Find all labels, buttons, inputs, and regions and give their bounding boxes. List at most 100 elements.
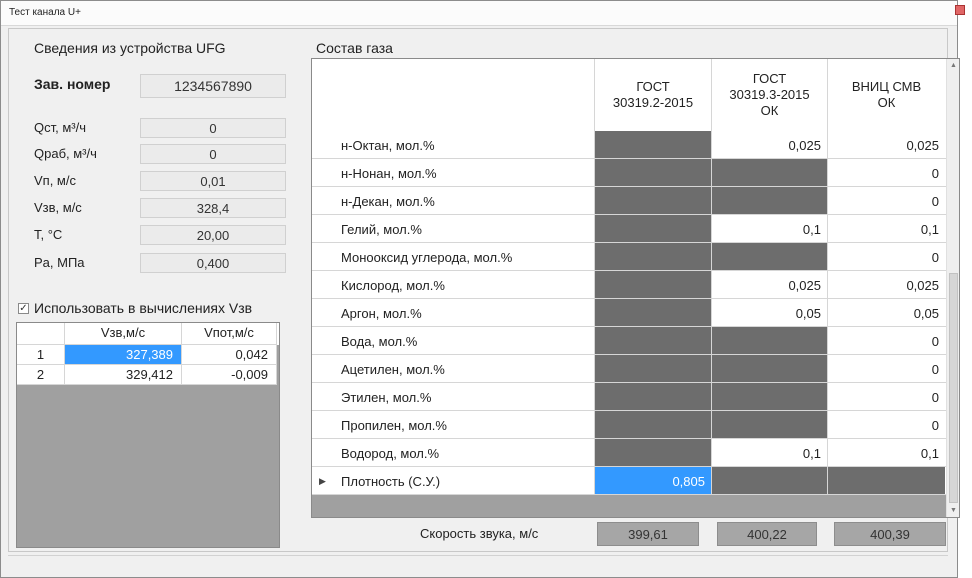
velocity-row-index[interactable]: 1 xyxy=(17,345,65,365)
scroll-up-icon[interactable]: ▲ xyxy=(949,61,958,70)
param-label: Vп, м/с xyxy=(34,173,76,188)
use-vzv-checkbox[interactable]: ✓ xyxy=(18,303,29,314)
velocity-header-vpot: Vпот,м/с xyxy=(182,323,277,345)
param-value: 328,4 xyxy=(140,198,286,218)
gas-row[interactable]: Монооксид углерода, мол.% 0 xyxy=(312,243,958,271)
serial-value: 1234567890 xyxy=(140,74,286,98)
velocity-row-vzv[interactable]: 327,389 xyxy=(65,345,182,365)
gas-cell-c1[interactable] xyxy=(594,271,711,298)
gas-column-gost-30319-2: ГОСТ 30319.2-2015 xyxy=(594,59,711,131)
close-button[interactable] xyxy=(955,5,965,15)
gas-cell-c1[interactable] xyxy=(594,159,711,186)
gas-row[interactable]: Аргон, мол.% 0,05 0,05 xyxy=(312,299,958,327)
gas-cell-c3[interactable]: 0 xyxy=(827,187,945,214)
gas-cell-c2[interactable]: 0,1 xyxy=(711,215,827,242)
gas-cell-c1[interactable]: 0,805 xyxy=(594,467,711,494)
serial-label: Зав. номер xyxy=(34,76,111,92)
gas-cell-c1[interactable] xyxy=(594,439,711,466)
gas-cell-c3[interactable]: 0 xyxy=(827,383,945,410)
gas-row-name: Кислород, мол.% xyxy=(341,278,445,293)
gas-cell-c1[interactable] xyxy=(594,383,711,410)
velocity-header-corner xyxy=(17,323,65,345)
current-row-icon: ▶ xyxy=(319,476,326,486)
gas-row-name: н-Декан, мол.% xyxy=(341,194,435,209)
velocity-row-vzv[interactable]: 329,412 xyxy=(65,365,182,385)
gas-col2-line2: 30319.3-2015 xyxy=(729,87,810,102)
sound-speed-vnic-smv: 400,39 xyxy=(834,522,946,546)
gas-cell-c2[interactable] xyxy=(711,411,827,438)
gas-cell-c1[interactable] xyxy=(594,131,711,158)
gas-row-name: Аргон, мол.% xyxy=(341,306,422,321)
gas-row[interactable]: Кислород, мол.% 0,025 0,025 xyxy=(312,271,958,299)
gas-row[interactable]: Пропилен, мол.% 0 xyxy=(312,411,958,439)
gas-cell-c3[interactable]: 0 xyxy=(827,159,945,186)
gas-cell-c3[interactable]: 0,05 xyxy=(827,299,945,326)
gas-cell-c1[interactable] xyxy=(594,411,711,438)
param-label: T, °C xyxy=(34,227,63,242)
gas-row[interactable]: Ацетилен, мол.% 0 xyxy=(312,355,958,383)
gas-row-name: Водород, мол.% xyxy=(341,446,440,461)
velocity-header-vzv: Vзв,м/с xyxy=(65,323,182,345)
gas-col1-line1: ГОСТ xyxy=(636,79,670,94)
gas-cell-c3[interactable]: 0 xyxy=(827,327,945,354)
gas-cell-c2[interactable]: 0,1 xyxy=(711,439,827,466)
gas-col2-line3: ОК xyxy=(760,103,779,118)
gas-cell-c2[interactable] xyxy=(711,355,827,382)
gas-cell-c3[interactable]: 0 xyxy=(827,243,945,270)
gas-cell-c3[interactable]: 0,1 xyxy=(827,215,945,242)
gas-cell-c3[interactable] xyxy=(827,467,945,494)
gas-row[interactable]: н-Нонан, мол.% 0 xyxy=(312,159,958,187)
velocity-row-vpot[interactable]: -0,009 xyxy=(182,365,277,385)
gas-cell-c2[interactable]: 0,05 xyxy=(711,299,827,326)
gas-cell-c1[interactable] xyxy=(594,243,711,270)
gas-row-name: Плотность (С.У.) xyxy=(341,474,441,489)
gas-row[interactable]: Гелий, мол.% 0,1 0,1 xyxy=(312,215,958,243)
velocity-row-index[interactable]: 2 xyxy=(17,365,65,385)
gas-cell-c1[interactable] xyxy=(594,215,711,242)
gas-cell-c2[interactable]: 0,025 xyxy=(711,131,827,158)
gas-row[interactable]: н-Декан, мол.% 0 xyxy=(312,187,958,215)
status-bar xyxy=(8,555,948,574)
gas-row[interactable]: Этилен, мол.% 0 xyxy=(312,383,958,411)
scroll-down-icon[interactable]: ▼ xyxy=(949,506,958,515)
velocity-grid[interactable]: Vзв,м/с Vпот,м/с 1 327,389 0,042 2 329,412 -0… xyxy=(16,322,280,548)
gas-cell-c1[interactable] xyxy=(594,299,711,326)
gas-cell-c3[interactable]: 0,1 xyxy=(827,439,945,466)
gas-grid[interactable]: ГОСТ 30319.2-2015 ГОСТ 30319.3-2015 ОК ВНИЦ… xyxy=(311,58,960,518)
gas-cell-c2[interactable] xyxy=(711,383,827,410)
gas-cell-c1[interactable] xyxy=(594,187,711,214)
param-value: 0 xyxy=(140,118,286,138)
gas-col3-line1: ВНИЦ СМВ xyxy=(851,79,922,94)
param-label: Vзв, м/с xyxy=(34,200,82,215)
velocity-grid-header: Vзв,м/с Vпот,м/с xyxy=(17,323,279,345)
gas-cell-c3[interactable]: 0 xyxy=(827,355,945,382)
gas-cell-c1[interactable] xyxy=(594,327,711,354)
gas-row-name: Вода, мол.% xyxy=(341,334,418,349)
gas-row[interactable]: Водород, мол.% 0,1 0,1 xyxy=(312,439,958,467)
gas-cell-c3[interactable]: 0,025 xyxy=(827,271,945,298)
gas-cell-c1[interactable] xyxy=(594,355,711,382)
param-value: 0,01 xyxy=(140,171,286,191)
gas-cell-c2[interactable] xyxy=(711,159,827,186)
gas-col1-line2: 30319.2-2015 xyxy=(612,95,694,110)
gas-row-name: Пропилен, мол.% xyxy=(341,418,447,433)
vertical-scrollbar[interactable]: ▲ ▼ xyxy=(946,59,959,517)
gas-cell-c2[interactable] xyxy=(711,327,827,354)
gas-cell-c2[interactable] xyxy=(711,187,827,214)
gas-cell-c3[interactable]: 0 xyxy=(827,411,945,438)
velocity-row-vpot[interactable]: 0,042 xyxy=(182,345,277,365)
sound-speed-label: Скорость звука, м/с xyxy=(420,526,539,541)
use-vzv-label: Использовать в вычислениях Vзв xyxy=(34,300,253,316)
gas-row[interactable]: ▶ Плотность (С.У.) 0,805 xyxy=(312,467,958,495)
gas-cell-c2[interactable] xyxy=(711,467,827,494)
gas-cell-c2[interactable]: 0,025 xyxy=(711,271,827,298)
gas-cell-c3[interactable]: 0,025 xyxy=(827,131,945,158)
gas-cell-c2[interactable] xyxy=(711,243,827,270)
gas-section-title: Состав газа xyxy=(316,40,393,56)
device-section-title: Сведения из устройства UFG xyxy=(34,40,226,56)
gas-row[interactable]: Вода, мол.% 0 xyxy=(312,327,958,355)
scrollbar-thumb[interactable] xyxy=(949,273,958,503)
gas-row[interactable]: н-Октан, мол.% 0,025 0,025 xyxy=(312,131,958,159)
gas-row-name: Этилен, мол.% xyxy=(341,390,432,405)
window-title: Тест канала U+ xyxy=(9,7,81,18)
